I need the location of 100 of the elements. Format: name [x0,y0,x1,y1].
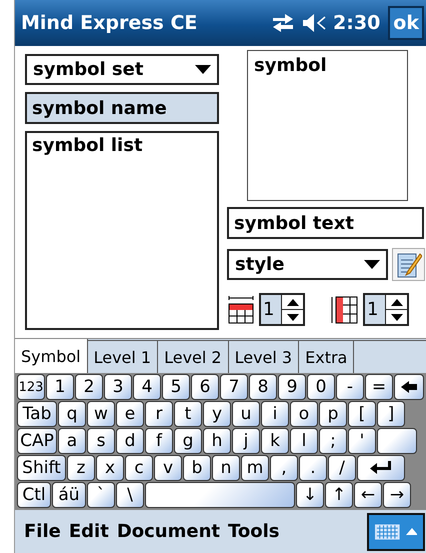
keyboard-key[interactable]: y [203,401,231,427]
keyboard-key[interactable]: f [145,428,173,454]
keyboard-key[interactable]: ` [87,482,115,508]
keyboard-key[interactable]: h [203,428,231,454]
keyboard-key[interactable]: 4 [133,374,161,400]
decrement-button[interactable] [386,309,407,324]
symbol-set-dropdown[interactable]: symbol set [25,54,219,85]
enter-key-top[interactable] [377,428,417,454]
keyboard-key[interactable]: áü [52,482,86,508]
connectivity-icon [273,14,294,32]
keyboard-key[interactable]: 0 [307,374,335,400]
keyboard-key[interactable]: Shift [17,455,66,481]
down-arrow-icon [390,314,402,320]
style-dropdown[interactable]: style [227,249,388,280]
keyboard-key[interactable]: s [87,428,115,454]
ok-button[interactable]: ok [388,6,424,40]
menu-item[interactable]: Tools [224,521,284,542]
menu-item[interactable]: Edit [64,521,113,542]
menu-item[interactable]: Document [112,521,224,542]
keyboard-key[interactable]: Ctl [17,482,51,508]
keyboard-key[interactable]: t [174,401,202,427]
keyboard-key[interactable]: e [116,401,144,427]
up-caret-icon [406,528,417,535]
keyboard-key[interactable]: . [299,455,327,481]
keyboard-key[interactable]: 2 [75,374,103,400]
spinner-value: 1 [365,295,385,324]
keyboard-key[interactable]: → [383,482,411,508]
keyboard-key[interactable]: i [261,401,289,427]
keyboard-toggle-button[interactable] [367,512,425,550]
edit-button[interactable] [392,248,425,281]
keyboard-key[interactable]: g [174,428,202,454]
keyboard-key[interactable]: - [336,374,364,400]
symbol-list[interactable]: symbol list [25,131,219,330]
keyboard-key[interactable]: Tab [17,401,57,427]
table-rows-icon [227,296,255,324]
keyboard-key[interactable]: ; [319,428,347,454]
keyboard-key[interactable]: ↑ [325,482,353,508]
up-arrow-icon [286,298,298,306]
symbol-preview: symbol [247,50,408,201]
spinner-value: 1 [261,295,281,324]
tab[interactable]: Symbol [15,339,88,373]
keyboard-key[interactable]: = [365,374,393,400]
keyboard-key[interactable]: ] [377,401,405,427]
enter-icon [370,461,392,475]
decrement-button[interactable] [282,309,303,324]
keyboard-key[interactable]: ↓ [296,482,324,508]
keyboard-key[interactable]: c [125,455,153,481]
symbol-name-field[interactable]: symbol name [25,92,219,124]
menu-item[interactable]: File [20,521,65,542]
tab[interactable]: Level 2 [158,340,229,373]
keyboard-key[interactable]: 1 [46,374,74,400]
keyboard-key[interactable]: j [232,428,260,454]
keyboard-key[interactable]: w [87,401,115,427]
tab[interactable]: Level 3 [228,340,300,373]
keyboard-key[interactable]: m [241,455,269,481]
speaker-icon [303,14,328,32]
keyboard-key[interactable]: z [67,455,95,481]
caret-icon [364,260,380,269]
keyboard-key[interactable]: / [328,455,356,481]
keyboard-key[interactable]: p [319,401,347,427]
keyboard-key[interactable]: u [232,401,260,427]
keyboard-key[interactable]: a [58,428,86,454]
keyboard-key[interactable]: 7 [220,374,248,400]
keyboard-key[interactable]: \ [116,482,144,508]
space-key[interactable] [145,482,295,508]
window-title: Mind Express CE [21,12,198,34]
clock-time: 2:30 [333,12,380,34]
table-columns-icon [331,294,359,324]
keyboard-key[interactable]: 5 [162,374,190,400]
keyboard-key[interactable]: x [96,455,124,481]
keyboard-key[interactable]: v [154,455,182,481]
keyboard-key[interactable]: 8 [249,374,277,400]
tab[interactable]: Level 1 [88,340,158,373]
keyboard-key[interactable]: n [212,455,240,481]
keyboard-key[interactable]: 3 [104,374,132,400]
keyboard-key[interactable]: q [58,401,86,427]
keyboard-key[interactable]: 123 [17,374,45,400]
backspace-icon [401,381,417,393]
keyboard-key[interactable]: ← [354,482,382,508]
backspace-key[interactable] [394,374,424,400]
keyboard-key[interactable]: CAP [17,428,57,454]
tab[interactable]: Extra [299,340,354,373]
up-arrow-icon [390,298,402,306]
keyboard-key[interactable]: ' [348,428,376,454]
keyboard-key[interactable]: k [261,428,289,454]
keyboard-key[interactable]: b [183,455,211,481]
keyboard-key[interactable]: [ [348,401,376,427]
keyboard-key[interactable]: 6 [191,374,219,400]
symbol-text-field[interactable]: symbol text [227,207,424,239]
keyboard-key[interactable]: r [145,401,173,427]
keyboard-key[interactable]: 9 [278,374,306,400]
number-spinner[interactable]: 1 [259,293,305,326]
number-spinner[interactable]: 1 [363,293,409,326]
keyboard-key[interactable]: l [290,428,318,454]
enter-key[interactable] [357,455,405,481]
keyboard-key[interactable]: o [290,401,318,427]
keyboard-key[interactable]: d [116,428,144,454]
keyboard-icon [375,524,400,540]
down-arrow-icon [286,314,298,320]
keyboard-key[interactable]: , [270,455,298,481]
